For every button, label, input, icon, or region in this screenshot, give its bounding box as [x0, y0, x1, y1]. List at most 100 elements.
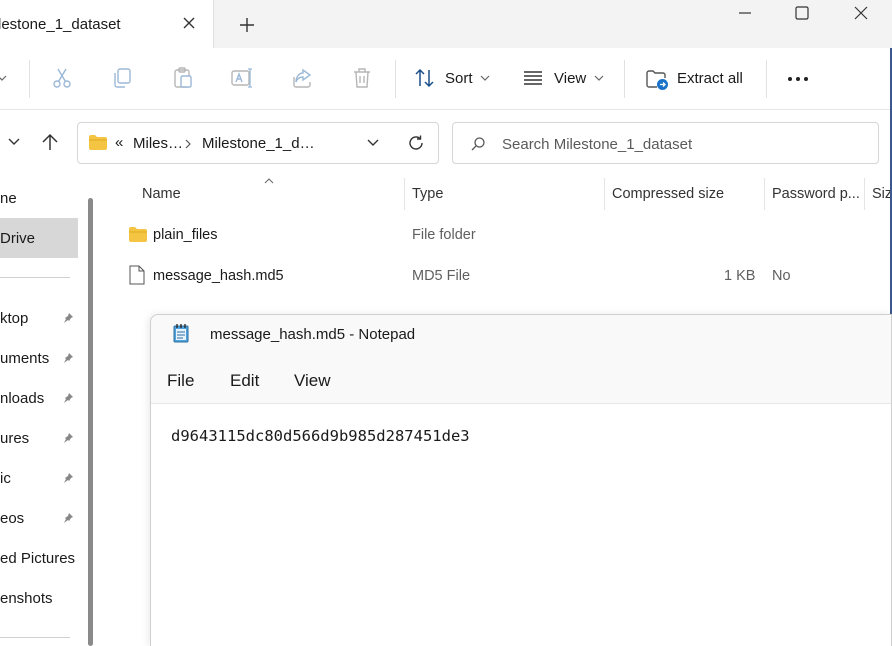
sidebar-item-music[interactable]: ic — [0, 458, 78, 498]
search-placeholder: Search Milestone_1_dataset — [502, 136, 693, 153]
sidebar-item-label: ic — [0, 470, 11, 487]
sidebar-item-videos[interactable]: eos — [0, 498, 78, 538]
tab-title: lestone_1_dataset — [0, 16, 121, 33]
title-bar: lestone_1_dataset — [0, 0, 892, 48]
extract-icon — [646, 70, 668, 90]
command-bar: Sort View Extract all — [0, 48, 892, 110]
breadcrumb-separator-icon — [185, 139, 191, 149]
sidebar-item-saved-pictures[interactable]: ed Pictures — [0, 538, 78, 578]
notepad-window[interactable]: message_hash.md5 - Notepad File Edit Vie… — [150, 314, 892, 646]
search-icon — [471, 137, 485, 151]
pin-icon — [64, 313, 73, 323]
file-password: No — [772, 268, 791, 284]
sidebar-item-home[interactable]: ne — [0, 178, 78, 218]
extract-all-button[interactable]: Extract all — [645, 48, 747, 110]
notepad-content: d9643115dc80d566d9b985d287451de3 — [171, 427, 470, 445]
navigation-bar: « Miles… Milestone_1_d… Search Milestone… — [0, 110, 892, 176]
sidebar-item-desktop[interactable]: ktop — [0, 298, 78, 338]
sidebar-divider — [0, 277, 70, 278]
file-type: MD5 File — [412, 268, 471, 284]
column-divider[interactable] — [764, 178, 765, 210]
extract-all-label: Extract all — [677, 70, 743, 87]
chevron-down-icon — [480, 75, 490, 81]
sidebar-item-documents[interactable]: uments — [0, 338, 78, 378]
sidebar-item-label: ures — [0, 430, 30, 447]
column-header-compressed-size[interactable]: Compressed size — [612, 186, 724, 202]
chevron-down-icon[interactable] — [0, 70, 8, 86]
refresh-icon[interactable] — [407, 134, 425, 152]
breadcrumb-overflow[interactable]: « — [115, 134, 123, 151]
file-row[interactable]: plain_files File folder — [118, 216, 888, 254]
sidebar-item-label: Drive — [0, 230, 36, 247]
close-tab-icon[interactable] — [180, 14, 198, 32]
pin-icon — [64, 393, 73, 403]
toolbar-divider — [766, 60, 767, 98]
sort-icon — [415, 68, 434, 88]
file-row[interactable]: message_hash.md5 MD5 File 1 KB No — [118, 257, 888, 295]
menu-edit[interactable]: Edit — [230, 371, 259, 391]
minimize-icon[interactable] — [736, 4, 754, 22]
sidebar-item-label: ed Pictures — [0, 550, 76, 567]
tab-milestone-dataset[interactable]: lestone_1_dataset — [0, 0, 214, 48]
cut-icon[interactable] — [50, 66, 74, 90]
paste-icon[interactable] — [170, 66, 194, 90]
up-arrow-icon[interactable] — [40, 132, 60, 152]
sidebar-item-label: nloads — [0, 390, 45, 407]
chevron-down-icon — [594, 75, 604, 81]
sort-ascending-icon — [264, 178, 274, 184]
menu-view[interactable]: View — [294, 371, 331, 391]
pin-icon — [64, 473, 73, 483]
column-divider[interactable] — [604, 178, 605, 210]
file-name: message_hash.md5 — [153, 268, 284, 284]
pin-icon — [64, 433, 73, 443]
column-header-type[interactable]: Type — [412, 186, 443, 202]
toolbar-divider — [29, 60, 30, 98]
address-bar[interactable]: « Miles… Milestone_1_d… — [77, 122, 439, 164]
sidebar-divider — [0, 637, 70, 638]
notepad-title: message_hash.md5 - Notepad — [210, 326, 416, 343]
navigation-pane: ne Drive ktop uments nloads ures ic eos … — [0, 176, 98, 646]
maximize-icon[interactable] — [793, 4, 811, 22]
pin-icon — [64, 353, 73, 363]
column-divider[interactable] — [864, 178, 865, 210]
delete-icon[interactable] — [350, 66, 374, 90]
more-options-icon[interactable] — [786, 74, 810, 84]
sidebar-scrollbar[interactable] — [88, 198, 93, 646]
sidebar-item-screenshots[interactable]: enshots — [0, 578, 78, 618]
new-tab-icon[interactable] — [236, 14, 258, 36]
file-name: plain_files — [153, 227, 218, 243]
menu-file[interactable]: File — [167, 371, 194, 391]
share-icon[interactable] — [290, 66, 314, 90]
column-header-size[interactable]: Siz — [872, 186, 892, 202]
pin-icon — [64, 513, 73, 523]
sidebar-item-label: ne — [0, 190, 17, 207]
notepad-icon — [173, 324, 189, 343]
copy-icon[interactable] — [110, 66, 134, 90]
column-header-password[interactable]: Password p... — [772, 186, 860, 202]
sidebar-item-label: enshots — [0, 590, 53, 607]
toolbar-divider — [624, 60, 625, 98]
file-type: File folder — [412, 227, 476, 243]
folder-icon — [129, 227, 147, 242]
file-compressed-size: 1 KB — [724, 268, 756, 284]
folder-icon — [89, 135, 107, 150]
address-dropdown-icon[interactable] — [366, 138, 380, 148]
sidebar-item-onedrive[interactable]: Drive — [0, 218, 78, 258]
sidebar-item-label: uments — [0, 350, 50, 367]
view-button[interactable]: View — [522, 48, 606, 110]
sidebar-item-downloads[interactable]: nloads — [0, 378, 78, 418]
sort-button[interactable]: Sort — [414, 48, 494, 110]
notepad-text-area[interactable]: d9643115dc80d566d9b985d287451de3 — [151, 403, 891, 646]
column-divider[interactable] — [404, 178, 405, 210]
sidebar-item-pictures[interactable]: ures — [0, 418, 78, 458]
sidebar-item-label: eos — [0, 510, 25, 527]
rename-icon[interactable] — [230, 66, 254, 90]
column-header-name[interactable]: Name — [142, 186, 181, 202]
breadcrumb-item-current[interactable]: Milestone_1_d… — [202, 135, 315, 152]
view-icon — [524, 71, 542, 85]
search-box[interactable]: Search Milestone_1_dataset — [452, 122, 879, 164]
recent-locations-chevron-icon[interactable] — [6, 136, 22, 148]
file-icon — [129, 265, 145, 285]
close-window-icon[interactable] — [852, 4, 870, 22]
breadcrumb-item[interactable]: Miles… — [133, 135, 183, 152]
